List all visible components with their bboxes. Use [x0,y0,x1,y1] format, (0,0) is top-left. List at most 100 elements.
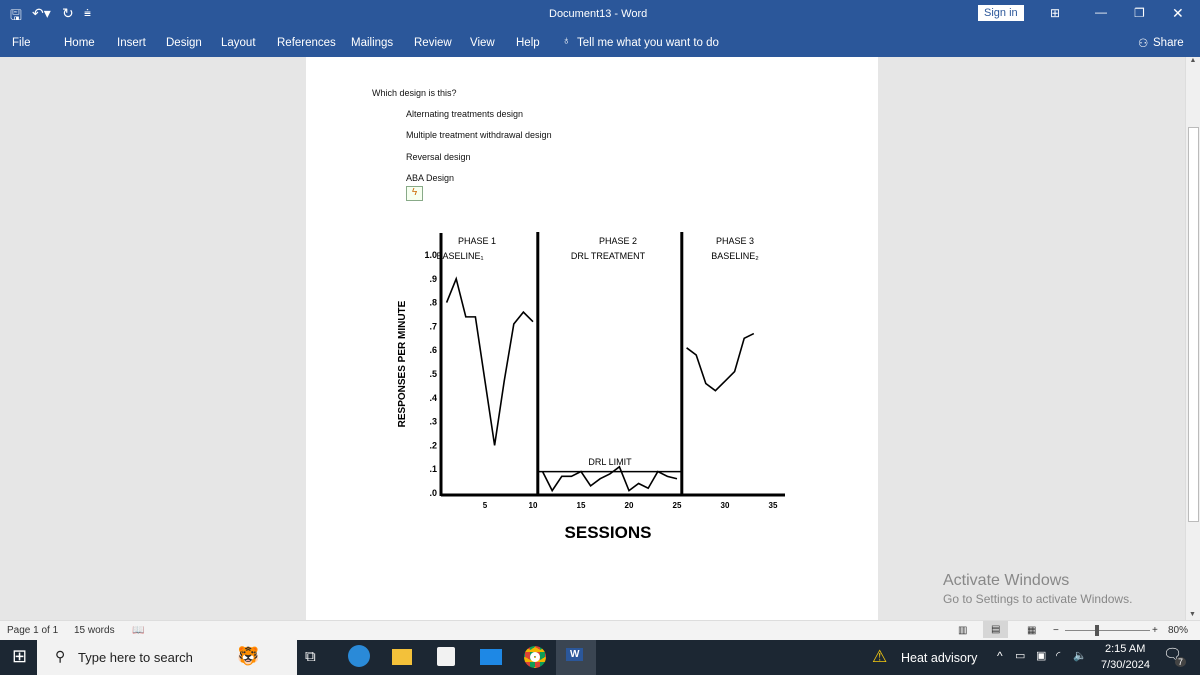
search-input[interactable]: Type here to search [78,650,193,665]
question-text: Which design is this? [372,88,457,98]
watermark-title: Activate Windows [943,572,1070,589]
proofing-icon[interactable]: 📖 [132,625,144,636]
scroll-up-icon[interactable]: ▲ [1186,57,1200,64]
share-icon: ⚇ [1138,38,1149,50]
store-icon[interactable] [437,647,455,666]
wifi-icon[interactable]: ◜ [1056,649,1060,662]
y-tick-label: .6 [429,345,437,355]
vertical-scrollbar[interactable]: ▲ ▼ [1185,57,1200,620]
phase-data-line [445,276,534,446]
tab-insert[interactable]: Insert [117,37,146,49]
tab-file[interactable]: File [12,37,31,49]
watermark-subtitle: Go to Settings to activate Windows. [943,592,1133,606]
page-count[interactable]: Page 1 of 1 [7,625,58,636]
undo-icon[interactable]: ↶▾ [32,5,51,22]
chrome-icon[interactable] [524,646,546,668]
ribbon-tabs: File Home Insert Design Layout Reference… [0,28,1200,57]
zoom-in-icon[interactable]: + [1152,625,1158,636]
x-tick-label: 35 [769,501,778,510]
x-tick-label: 30 [721,501,730,510]
activate-windows-watermark: Activate Windows Go to Settings to activ… [943,572,1132,606]
y-tick-label: .9 [429,274,437,284]
phase-title: PHASE 1 [458,236,496,246]
restore-icon[interactable]: ❐ [1134,6,1145,20]
web-layout-icon[interactable]: ▦ [1027,625,1036,636]
windows-start-icon[interactable]: ⊞ [12,646,27,667]
word-icon[interactable]: W [556,640,596,675]
x-tick-label: 10 [529,501,538,510]
clock-time[interactable]: 2:15 AM [1105,643,1145,655]
y-tick-label: .3 [429,417,437,427]
y-tick-label: .1 [429,464,437,474]
save-icon[interactable]: 🖫 [10,5,22,29]
show-hidden-icons[interactable]: ^ [997,649,1003,663]
close-icon[interactable]: ✕ [1172,5,1184,22]
phase-data-line [541,465,678,493]
taskbar: ⊞ ⚲ Type here to search 🐯 ⧉ W ⚠ Heat adv… [0,640,1200,675]
redo-icon[interactable]: ↻ [62,5,74,22]
read-mode-icon[interactable]: ▥ [958,625,967,636]
x-tick-label: 20 [625,501,634,510]
meet-now-icon[interactable]: ▣ [1036,649,1046,662]
tab-references[interactable]: References [277,37,336,49]
mail-icon[interactable] [480,649,502,665]
x-tick-label: 25 [673,501,682,510]
scroll-thumb[interactable] [1188,127,1199,522]
file-explorer-icon[interactable] [392,649,412,665]
tab-mailings[interactable]: Mailings [351,37,393,49]
sign-in-button[interactable]: Sign in [978,5,1024,21]
status-bar: Page 1 of 1 15 words 📖 ▥ ▤ ▦ − + 80% [0,620,1200,640]
zoom-slider[interactable] [1065,630,1150,631]
tell-me-input[interactable]: Tell me what you want to do [577,37,719,49]
search-icon: ⚲ [55,648,66,664]
tab-view[interactable]: View [470,37,495,49]
phase-title: PHASE 3 [716,236,754,246]
option-3: Reversal design [406,152,471,162]
image-placeholder-icon: ϟ [406,186,423,201]
option-4: ABA Design [406,173,455,183]
window-title: Document13 - Word [549,8,648,20]
phase-chart: .0 .1 .2 .3 .4 .5 .6 .7 .8 .9 1.0 5 10 15 20 25 30 35 SESS… [397,232,785,542]
phase-subtitle: DRL TREATMENT [571,251,646,261]
tab-home[interactable]: Home [64,37,95,49]
x-tick-label: 5 [483,501,488,510]
notification-count: 7 [1175,657,1187,667]
zoom-out-icon[interactable]: − [1053,625,1059,636]
edge-icon[interactable] [348,645,370,667]
volume-icon[interactable]: 🔈 [1073,649,1087,662]
y-tick-label: .5 [429,369,437,379]
zoom-slider-thumb[interactable] [1095,625,1099,636]
y-tick-label: .0 [429,488,437,498]
tab-layout[interactable]: Layout [221,37,256,49]
y-axis-label: RESPONSES PER MINUTE [397,300,408,427]
ribbon-display-icon[interactable]: ⊞ [1050,6,1060,20]
share-button[interactable]: Share [1153,37,1184,49]
y-tick-label: .4 [429,393,437,403]
lightbulb-icon: ♁ [562,35,571,47]
zoom-level[interactable]: 80% [1168,625,1188,636]
battery-icon[interactable]: ▭ [1015,649,1025,662]
tab-review[interactable]: Review [414,37,452,49]
weather-widget[interactable]: Heat advisory [901,651,977,665]
drl-limit-label: DRL LIMIT [588,457,632,467]
option-2: Multiple treatment withdrawal design [406,130,552,140]
option-1: Alternating treatments design [406,109,524,119]
minimize-icon[interactable]: — [1095,5,1107,19]
task-view-icon[interactable]: ⧉ [305,648,316,665]
warning-icon: ⚠ [872,647,888,666]
y-tick-label: .8 [429,298,437,308]
phase-title: PHASE 2 [599,236,637,246]
taskbar-search[interactable]: ⚲ Type here to search 🐯 [37,640,297,675]
phase-subtitle: BASELINE₁ [436,251,483,261]
phase-subtitle: BASELINE₂ [711,251,759,261]
tab-help[interactable]: Help [516,37,540,49]
clock-date[interactable]: 7/30/2024 [1101,659,1150,671]
word-count[interactable]: 15 words [74,625,115,636]
customize-qat-icon[interactable]: ⩧ [84,6,91,21]
tab-design[interactable]: Design [166,37,202,49]
tiger-widget-icon[interactable]: 🐯 [237,646,259,667]
y-tick-label: 1.0 [424,250,437,260]
print-layout-icon[interactable]: ▤ [983,621,1009,638]
x-tick-label: 15 [577,501,586,510]
scroll-down-icon[interactable]: ▼ [1186,611,1199,618]
